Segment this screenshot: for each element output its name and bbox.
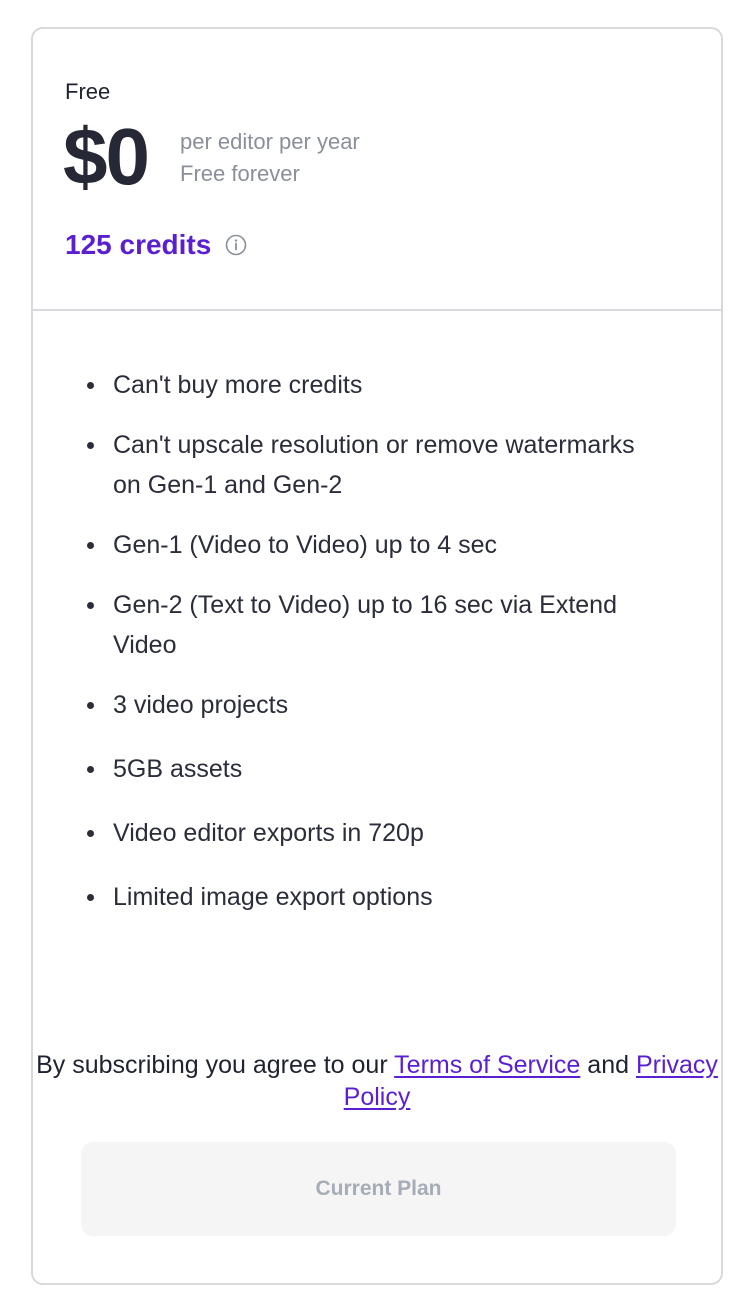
terms-notice: By subscribing you agree to our Terms of…: [33, 1049, 721, 1113]
credits-amount: 125 credits: [65, 229, 212, 260]
bullet-dot: [87, 830, 94, 837]
feature-item: Can't buy more credits: [83, 365, 643, 405]
pricing-card-free: Free $0 per editor per year Free forever…: [31, 27, 723, 1285]
feature-item: Limited image export options: [83, 877, 643, 917]
plan-name: Free: [65, 79, 111, 104]
plan-price: $0: [63, 112, 150, 201]
current-plan-button[interactable]: Current Plan: [81, 1142, 676, 1236]
price-note: Free forever: [180, 161, 300, 186]
bullet-dot: [87, 542, 94, 549]
terms-prefix: By subscribing you agree to our: [36, 1051, 395, 1079]
bullet-dot: [87, 602, 94, 609]
info-circle-icon[interactable]: [225, 234, 247, 256]
feature-item: 5GB assets: [83, 749, 643, 789]
price-meta: per editor per year Free forever: [180, 126, 360, 190]
price-period: per editor per year: [180, 129, 360, 154]
feature-item: Can't upscale resolution or remove water…: [83, 425, 643, 505]
bullet-dot: [87, 702, 94, 709]
terms-middle: and: [580, 1051, 636, 1079]
bullet-dot: [87, 382, 94, 389]
feature-item: Video editor exports in 720p: [83, 813, 643, 853]
terms-of-service-link[interactable]: Terms of Service: [394, 1051, 580, 1079]
feature-item: 3 video projects: [83, 685, 643, 725]
feature-item: Gen-1 (Video to Video) up to 4 sec: [83, 525, 643, 565]
credits-row: 125 credits: [65, 227, 247, 263]
bullet-dot: [87, 442, 94, 449]
pricing-card-header: Free $0 per editor per year Free forever…: [33, 29, 721, 311]
bullet-dot: [87, 894, 94, 901]
feature-item: Gen-2 (Text to Video) up to 16 sec via E…: [83, 585, 643, 665]
bullet-dot: [87, 766, 94, 773]
